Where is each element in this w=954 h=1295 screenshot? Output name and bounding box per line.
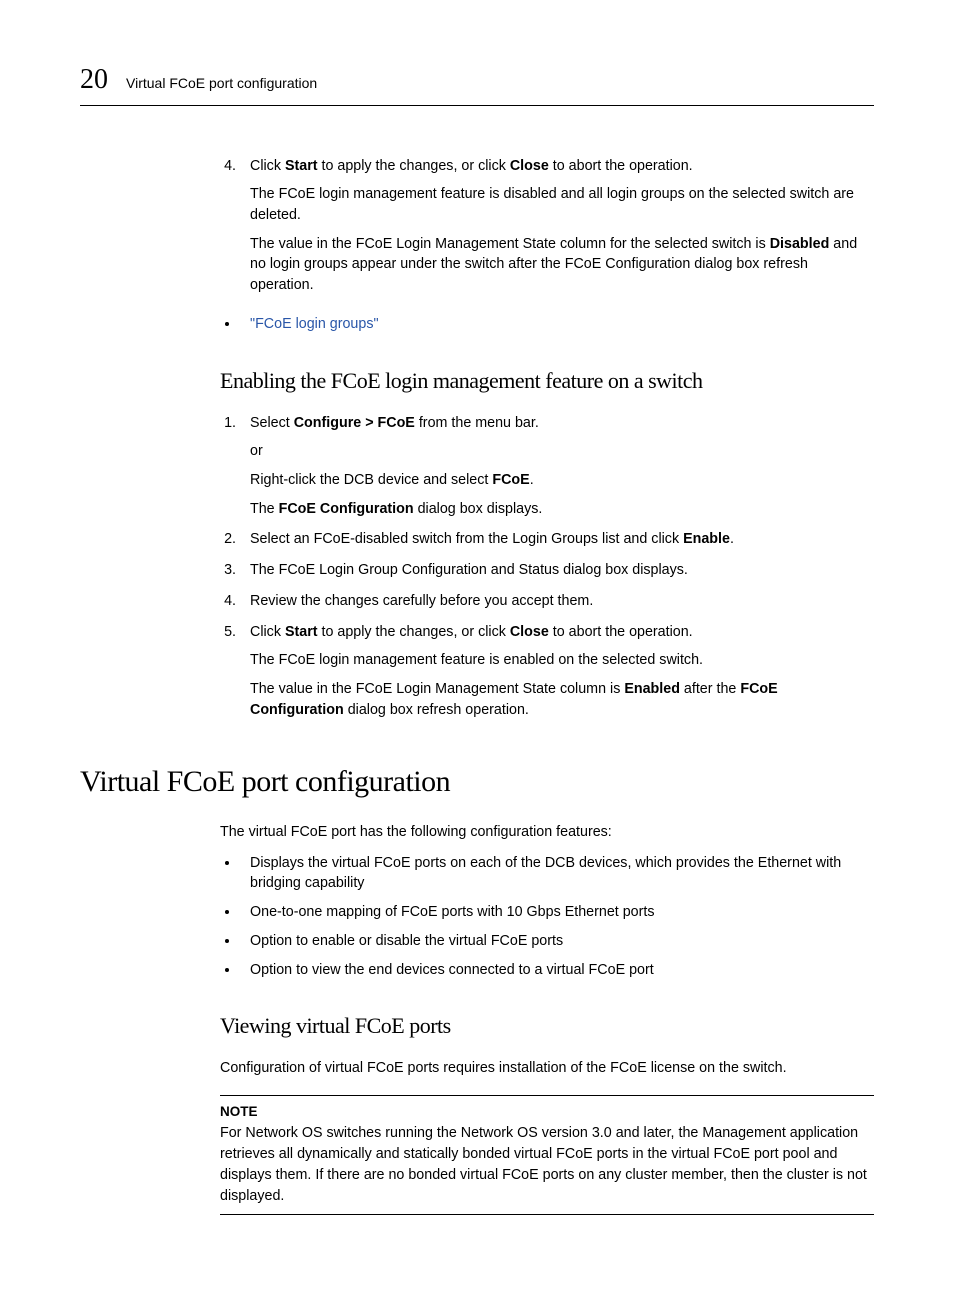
enable-steps: Select Configure > FCoE from the menu ba… xyxy=(220,413,874,721)
note-label: NOTE xyxy=(220,1102,874,1122)
section2-content: The virtual FCoE port has the following … xyxy=(220,822,874,1215)
link-list: "FCoE login groups" xyxy=(220,314,874,335)
heading-viewing-virtual-fcoe-ports: Viewing virtual FCoE ports xyxy=(220,1010,874,1042)
section2-intro: The virtual FCoE port has the following … xyxy=(220,822,874,843)
enable-step-1: Select Configure > FCoE from the menu ba… xyxy=(240,413,874,520)
page: 20 Virtual FCoE port configuration Click… xyxy=(0,0,954,1295)
link-fcoe-login-groups[interactable]: "FCoE login groups" xyxy=(240,314,874,335)
heading-virtual-fcoe-port-config: Virtual FCoE port configuration xyxy=(80,760,874,804)
viewing-intro: Configuration of virtual FCoE ports requ… xyxy=(220,1058,874,1079)
prev-steps-continued: Click Start to apply the changes, or cli… xyxy=(220,156,874,296)
enable-step-5-p1: The FCoE login management feature is ena… xyxy=(250,650,874,671)
step-4-p1: The FCoE login management feature is dis… xyxy=(250,184,874,225)
step-4-p2: The value in the FCoE Login Management S… xyxy=(250,234,874,296)
enable-step-1-or: or xyxy=(250,441,874,462)
enable-step-3: The FCoE Login Group Configuration and S… xyxy=(240,560,874,581)
feature-list: Displays the virtual FCoE ports on each … xyxy=(220,853,874,981)
feature-4: Option to view the end devices connected… xyxy=(240,960,874,981)
enable-step-2: Select an FCoE-disabled switch from the … xyxy=(240,529,874,550)
feature-1: Displays the virtual FCoE ports on each … xyxy=(240,853,874,894)
page-header: 20 Virtual FCoE port configuration xyxy=(80,60,874,106)
feature-3: Option to enable or disable the virtual … xyxy=(240,931,874,952)
body-content: Click Start to apply the changes, or cli… xyxy=(220,156,874,721)
feature-2: One-to-one mapping of FCoE ports with 10… xyxy=(240,902,874,923)
heading-enabling-fcoe-login: Enabling the FCoE login management featu… xyxy=(220,365,874,397)
enable-step-1-rightclick: Right-click the DCB device and select FC… xyxy=(250,470,874,491)
step-4-line: Click Start to apply the changes, or cli… xyxy=(250,158,693,174)
step-4: Click Start to apply the changes, or cli… xyxy=(240,156,874,296)
note-block: NOTE For Network OS switches running the… xyxy=(220,1095,874,1215)
enable-step-4: Review the changes carefully before you … xyxy=(240,591,874,612)
note-body: For Network OS switches running the Netw… xyxy=(220,1123,874,1206)
chapter-number: 20 xyxy=(80,60,108,101)
chapter-title: Virtual FCoE port configuration xyxy=(126,73,317,93)
enable-step-5: Click Start to apply the changes, or cli… xyxy=(240,622,874,721)
enable-step-5-p2: The value in the FCoE Login Management S… xyxy=(250,679,874,720)
enable-step-1-dialog: The FCoE Configuration dialog box displa… xyxy=(250,499,874,520)
